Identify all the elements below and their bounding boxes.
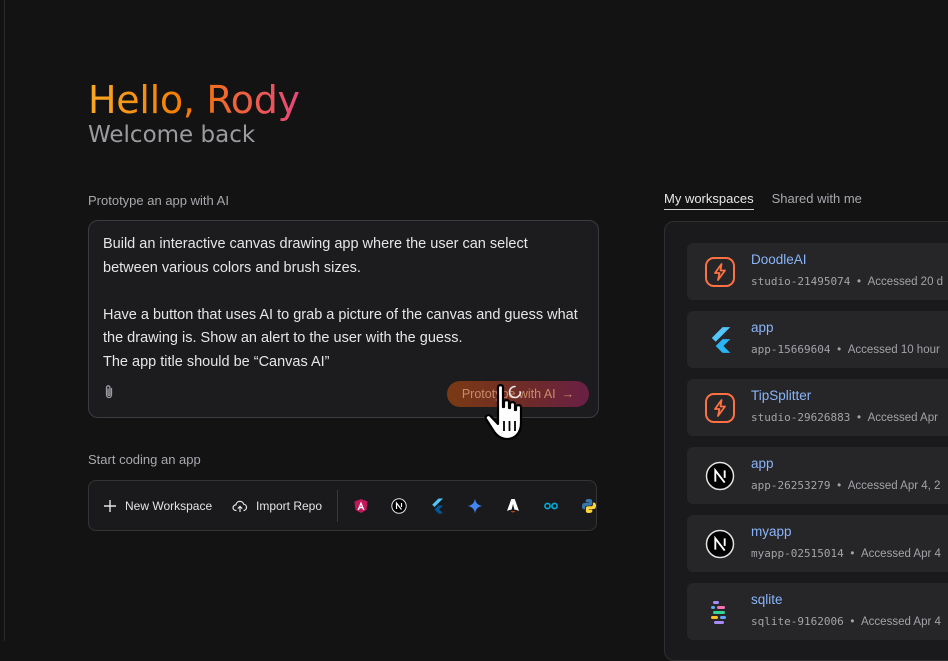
go-icon[interactable] — [542, 497, 560, 515]
cloud-upload-icon — [232, 500, 248, 512]
workspace-meta: studio-21495074 • Accessed 20 d — [751, 275, 944, 288]
nextjs-icon — [704, 460, 736, 492]
tab-my-workspaces[interactable]: My workspaces — [664, 191, 754, 210]
import-repo-label: Import Repo — [256, 498, 323, 513]
firebase-studio-icon — [704, 256, 736, 288]
prototype-section-label: Prototype an app with AI — [88, 193, 229, 208]
workspace-meta: app-15669604 • Accessed 10 hour — [751, 343, 940, 356]
workspace-name: app — [751, 456, 774, 471]
workspace-name: app — [751, 320, 774, 335]
workspaces-panel: DoodleAI studio-21495074 • Accessed 20 d… — [664, 221, 948, 661]
import-repo-button[interactable]: Import Repo — [232, 481, 322, 530]
workspace-card[interactable]: TipSplitter studio-29626883 • Accessed A… — [687, 379, 948, 436]
start-coding-toolbar: New Workspace Import Repo › — [88, 480, 597, 531]
workspace-meta: app-26253279 • Accessed Apr 4, 2 — [751, 479, 941, 492]
workspace-card[interactable]: myapp myapp-02515014 • Accessed Apr 4 — [687, 515, 948, 572]
coding-section-label: Start coding an app — [88, 452, 201, 467]
workspace-tabs: My workspaces Shared with me — [664, 191, 862, 210]
angular-icon[interactable] — [352, 497, 370, 515]
window-edge — [4, 0, 5, 641]
astro-icon[interactable] — [504, 497, 522, 515]
workspace-card[interactable]: app app-15669604 • Accessed 10 hour — [687, 311, 948, 368]
prompt-text[interactable]: Build an interactive canvas drawing app … — [103, 233, 583, 374]
workspace-meta: myapp-02515014 • Accessed Apr 4 — [751, 547, 941, 560]
workspace-card[interactable]: app app-26253279 • Accessed Apr 4, 2 — [687, 447, 948, 504]
workspace-card[interactable]: DoodleAI studio-21495074 • Accessed 20 d — [687, 243, 948, 300]
nextjs-icon — [704, 528, 736, 560]
workspace-name: TipSplitter — [751, 388, 812, 403]
gemini-icon[interactable] — [466, 497, 484, 515]
tab-shared-with-me[interactable]: Shared with me — [772, 191, 862, 210]
workspace-name: DoodleAI — [751, 252, 807, 267]
new-workspace-label: New Workspace — [125, 498, 213, 513]
nextjs-icon[interactable] — [390, 497, 408, 515]
flutter-icon — [704, 324, 736, 356]
workspace-meta: studio-29626883 • Accessed Apr — [751, 411, 938, 424]
workspace-name: sqlite — [751, 592, 783, 607]
workspace-card[interactable]: sqlite sqlite-9162006 • Accessed Apr 4 — [687, 583, 948, 640]
welcome-subtitle: Welcome back — [88, 122, 256, 148]
hand-cursor-icon — [484, 384, 523, 441]
greeting-title: Hello, Rody — [88, 78, 300, 122]
workspace-name: myapp — [751, 524, 792, 539]
firebase-studio-icon — [704, 392, 736, 424]
python-icon[interactable] — [580, 497, 596, 515]
sqlite-icon — [704, 596, 736, 628]
new-workspace-button[interactable]: New Workspace — [103, 481, 212, 530]
workspace-meta: sqlite-9162006 • Accessed Apr 4 — [751, 615, 941, 628]
toolbar-divider — [337, 490, 338, 522]
paperclip-icon[interactable] — [102, 384, 116, 400]
flutter-icon[interactable] — [428, 497, 446, 515]
plus-icon — [104, 499, 116, 512]
arrow-right-icon: → — [561, 387, 575, 401]
